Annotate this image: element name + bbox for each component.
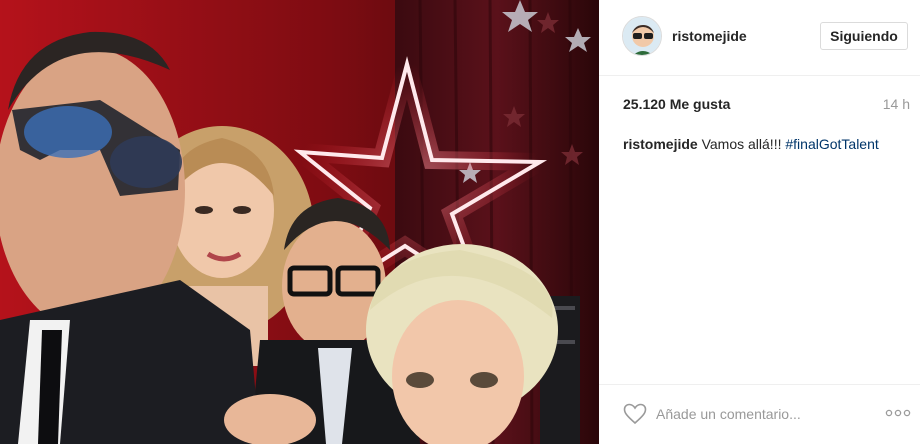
post-header: ristomejide Siguiendo [599, 0, 920, 76]
post-photo[interactable] [0, 0, 599, 444]
more-options-icon[interactable] [885, 406, 911, 420]
caption-username[interactable]: ristomejide [623, 136, 698, 152]
comment-bar [599, 384, 920, 444]
avatar-image [623, 17, 661, 55]
selfie-image [0, 0, 599, 444]
post-caption: ristomejide Vamos allá!!! #finalGotTalen… [623, 135, 913, 153]
heart-icon[interactable] [623, 403, 647, 425]
comment-input[interactable] [656, 403, 856, 425]
avatar[interactable] [622, 16, 662, 56]
likes-count[interactable]: 25.120 Me gusta [623, 96, 730, 112]
caption-text: Vamos allá!!! [701, 136, 782, 152]
post-timestamp[interactable]: 14 h [883, 96, 910, 112]
post-side-panel: ristomejide Siguiendo 25.120 Me gusta 14… [599, 0, 920, 444]
post-username[interactable]: ristomejide [672, 28, 747, 44]
caption-hashtag[interactable]: #finalGotTalent [785, 136, 878, 152]
following-button[interactable]: Siguiendo [820, 22, 908, 50]
